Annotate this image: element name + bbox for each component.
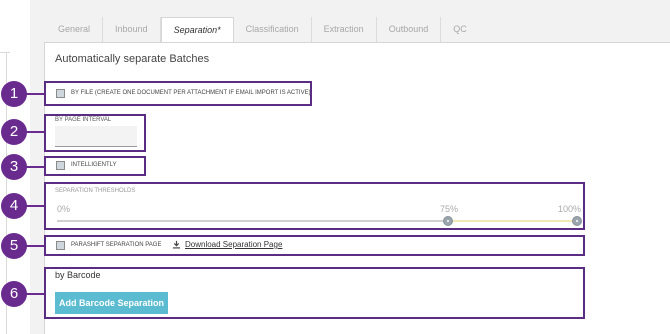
threshold-mid-label: 75% — [440, 204, 459, 214]
settings-tabs: General Inbound Separation* Classificati… — [46, 17, 479, 43]
parashift-label: PARASHIFT SEPARATION PAGE — [71, 242, 162, 248]
left-panel-border — [0, 52, 10, 53]
threshold-range — [448, 220, 577, 222]
threshold-upper-handle[interactable] — [572, 216, 582, 226]
badge-4: 4 — [1, 193, 27, 219]
badge-connector-1 — [26, 93, 44, 95]
page-interval-label: BY PAGE INTERVAL — [55, 117, 112, 123]
intelligently-checkbox[interactable] — [56, 161, 65, 170]
badge-1: 1 — [1, 81, 27, 107]
by-file-label: BY FILE (CREATE ONE DOCUMENT PER ATTACHM… — [71, 90, 311, 96]
threshold-lower-handle[interactable] — [443, 216, 453, 226]
threshold-max-label: 100% — [558, 204, 582, 214]
tab-inbound[interactable]: Inbound — [103, 17, 161, 42]
tab-qc[interactable]: QC — [441, 17, 479, 42]
thresholds-label: SEPARATION THRESHOLDS — [55, 188, 136, 194]
threshold-track — [57, 220, 448, 222]
tab-separation[interactable]: Separation* — [160, 17, 234, 43]
tab-extraction[interactable]: Extraction — [312, 17, 377, 42]
section-title: Automatically separate Batches — [55, 53, 210, 65]
page-interval-input[interactable] — [55, 126, 137, 147]
badge-2: 2 — [1, 119, 27, 145]
add-barcode-separation-button[interactable]: Add Barcode Separation — [55, 292, 168, 314]
tab-classification[interactable]: Classification — [234, 17, 312, 42]
badge-connector-3 — [26, 166, 44, 168]
badge-6: 6 — [1, 281, 27, 307]
tab-outbound[interactable]: Outbound — [377, 17, 442, 42]
badge-connector-6 — [26, 293, 44, 295]
badge-connector-2 — [26, 131, 44, 133]
download-icon[interactable] — [172, 240, 181, 249]
badge-connector-4 — [26, 205, 44, 207]
download-separation-page-link[interactable]: Download Separation Page — [185, 240, 282, 249]
barcode-title: by Barcode — [55, 270, 101, 280]
tab-general[interactable]: General — [46, 17, 104, 42]
badge-3: 3 — [1, 154, 27, 180]
badge-5: 5 — [1, 233, 27, 259]
parashift-checkbox[interactable] — [56, 241, 65, 250]
badge-connector-5 — [26, 245, 44, 247]
intelligently-label: INTELLIGENTLY — [71, 162, 117, 168]
threshold-min-label: 0% — [57, 204, 71, 214]
by-file-checkbox[interactable] — [56, 89, 65, 98]
